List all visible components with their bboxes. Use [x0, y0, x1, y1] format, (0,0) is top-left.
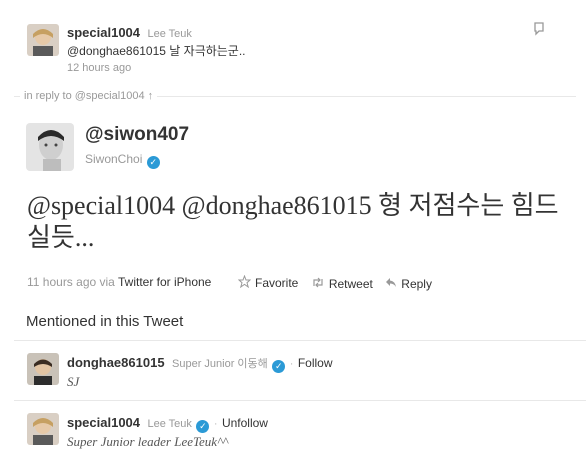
unfollow-button[interactable]: Unfollow	[222, 416, 268, 430]
mention-bio: SJ	[67, 374, 80, 389]
tweet-username[interactable]: special1004	[67, 25, 140, 40]
favorite-button[interactable]: Favorite	[237, 274, 299, 291]
mentioned-title: Mentioned in this Tweet	[26, 313, 184, 330]
main-username[interactable]: @siwon407	[85, 124, 189, 146]
reply-label: Reply	[401, 277, 432, 291]
retweet-label: Retweet	[328, 277, 373, 291]
flag-icon[interactable]	[533, 22, 545, 41]
tweet-fullname: Lee Teuk	[147, 28, 192, 40]
separator-dot: ·	[289, 358, 294, 370]
tweet-text: @donghae861015 날 자극하는군..	[67, 44, 246, 58]
divider	[14, 400, 586, 401]
verified-icon: ✓	[272, 360, 286, 373]
follow-button[interactable]: Follow	[298, 356, 333, 370]
divider	[14, 340, 586, 341]
mention-fullname: Lee Teuk	[147, 418, 192, 430]
main-fullname: SiwonChoi	[85, 152, 143, 166]
retweet-icon	[311, 277, 325, 291]
mention-username[interactable]: special1004	[67, 415, 140, 430]
main-tweet-text: @special1004 @donghae861015 형 저점수는 힘드실듯.…	[27, 191, 559, 252]
mention-fullname: Super Junior 이동해	[172, 358, 268, 370]
avatar-special1004[interactable]	[27, 413, 59, 445]
verified-icon: ✓	[196, 420, 210, 433]
reply-to-link[interactable]: in reply to @special1004 ↑	[20, 90, 158, 102]
retweet-button[interactable]: Retweet	[311, 277, 373, 291]
tweet-source[interactable]: Twitter for iPhone	[118, 275, 211, 289]
star-icon	[237, 274, 252, 291]
verified-icon: ✓	[146, 156, 160, 169]
via-label: via	[99, 275, 115, 289]
mention-username[interactable]: donghae861015	[67, 355, 165, 370]
favorite-label: Favorite	[255, 276, 299, 290]
separator-dot: ·	[213, 418, 218, 430]
mention-bio: Super Junior leader LeeTeuk^^	[67, 434, 229, 449]
avatar-special1004[interactable]	[27, 24, 59, 56]
reply-button[interactable]: Reply	[385, 277, 432, 291]
reply-icon	[385, 277, 397, 291]
avatar-siwon407[interactable]	[26, 123, 74, 171]
main-timestamp[interactable]: 11 hours ago	[27, 275, 96, 289]
avatar-donghae861015[interactable]	[27, 353, 59, 385]
tweet-timestamp[interactable]: 12 hours ago	[67, 62, 131, 74]
